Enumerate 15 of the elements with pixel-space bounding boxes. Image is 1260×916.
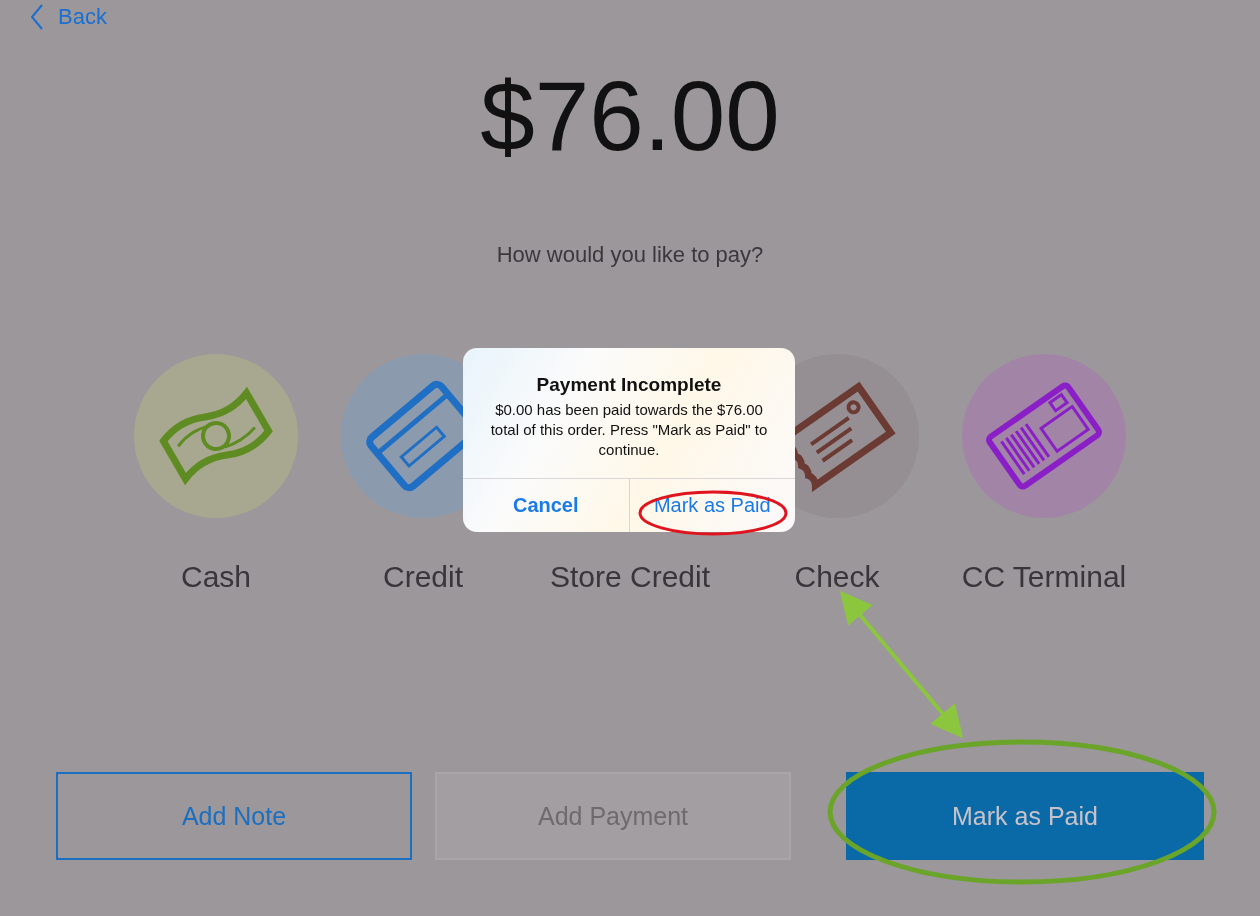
mark-as-paid-button[interactable]: Mark as Paid — [846, 772, 1204, 860]
payment-prompt: How would you like to pay? — [495, 242, 765, 268]
chevron-left-icon — [30, 4, 44, 30]
dialog-message: $0.00 has been paid towards the $76.00 total of this order. Press "Mark as Paid" to continue. — [489, 400, 769, 460]
method-label: Check — [794, 560, 880, 594]
method-label: Cash — [180, 560, 251, 594]
method-label: Store Credit — [549, 560, 711, 594]
cancel-button[interactable]: Cancel — [463, 479, 629, 532]
method-label: Credit — [383, 560, 463, 594]
add-note-button[interactable]: Add Note — [56, 772, 412, 860]
dialog-title: Payment Incomplete — [535, 373, 723, 397]
amount-total: $76.00 — [479, 60, 781, 172]
back-link[interactable]: Back — [30, 4, 107, 30]
mark-as-paid-button[interactable]: Mark as Paid — [628, 479, 795, 532]
method-label: CC Terminal — [961, 560, 1127, 594]
